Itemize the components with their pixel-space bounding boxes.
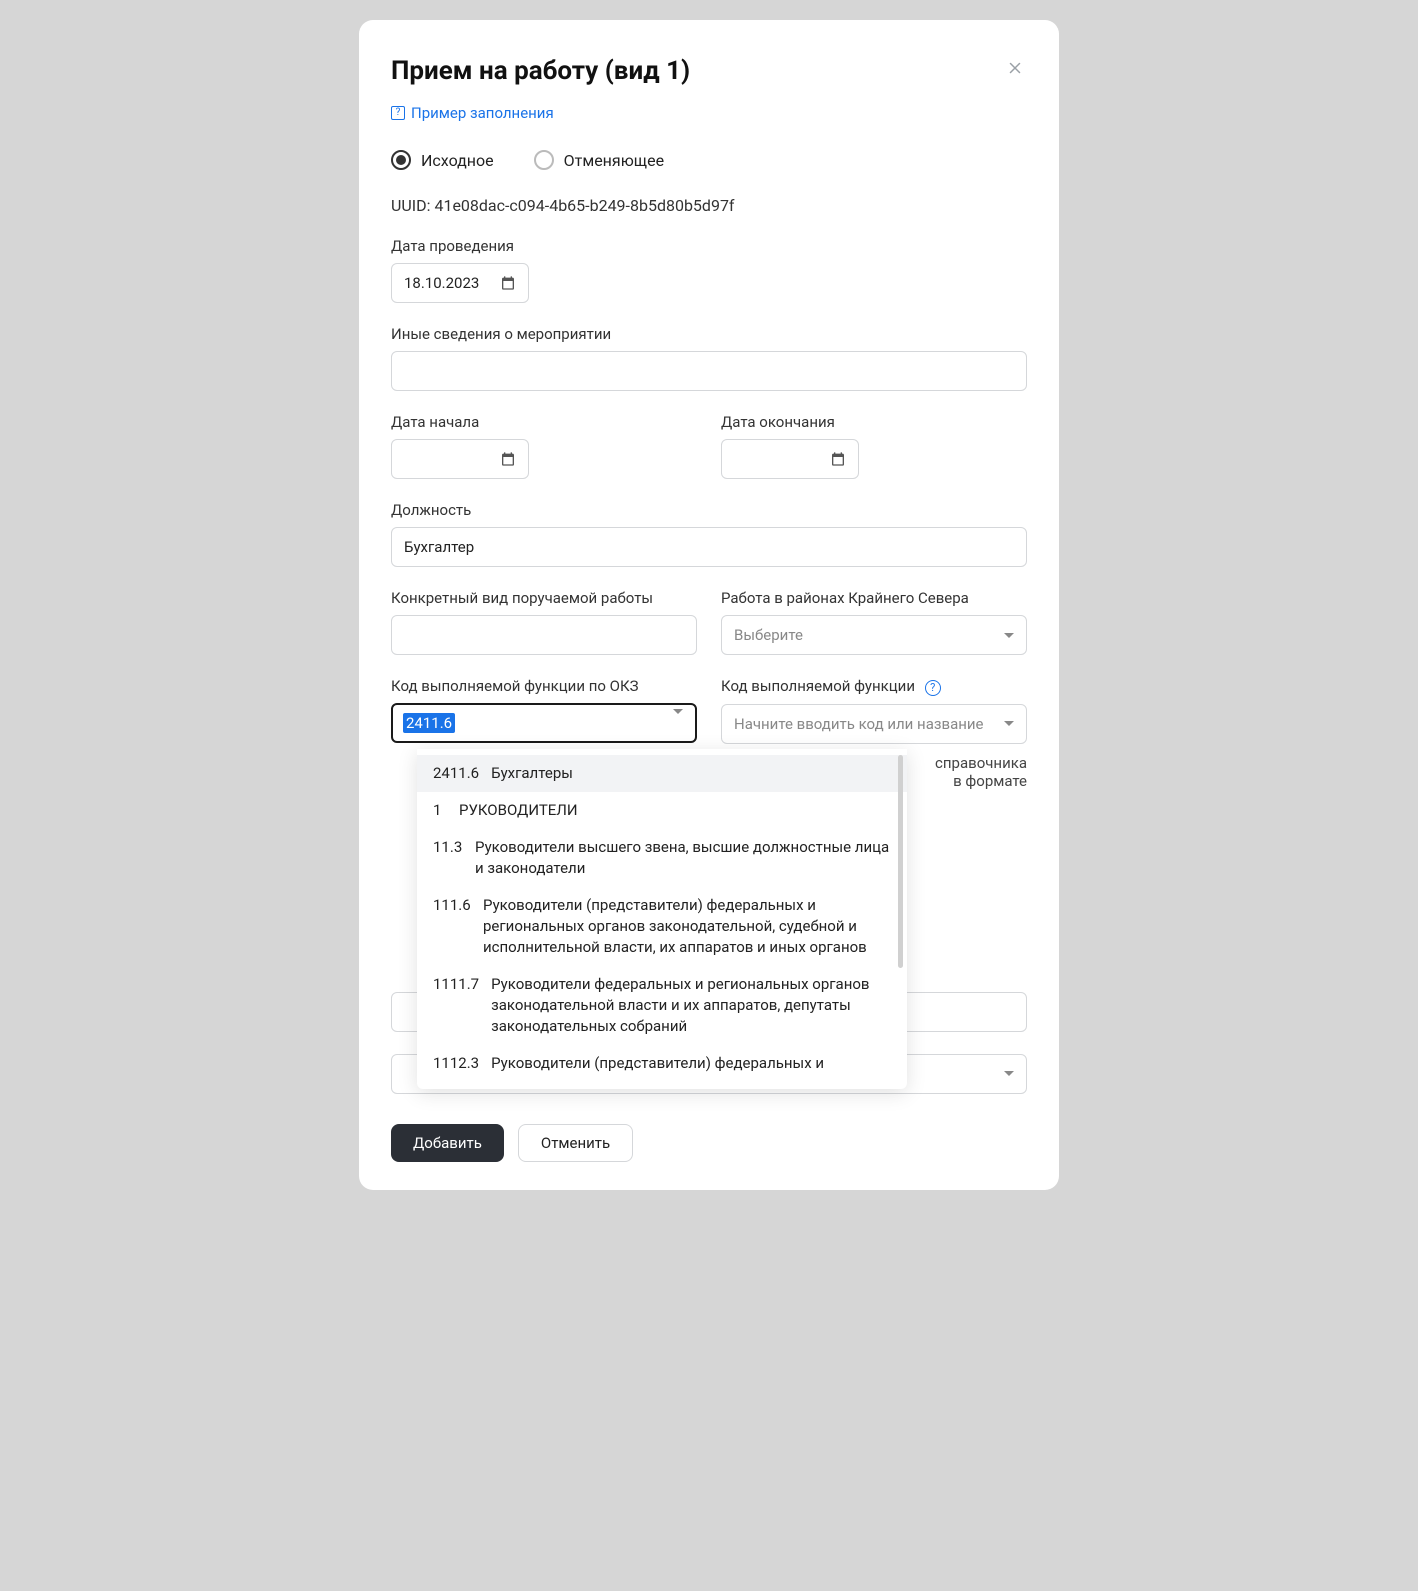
work-type-field: Конкретный вид поручаемой работы [391,589,697,655]
work-type-row: Конкретный вид поручаемой работы Работа … [391,589,1027,655]
option-code: 2411.6 [433,763,479,784]
dropdown-option[interactable]: 111.6 Руководители (представители) федер… [417,887,907,966]
scrollbar-thumb[interactable] [898,755,903,968]
example-fill-link[interactable]: ? Пример заполнения [391,104,554,122]
far-north-field: Работа в районах Крайнего Севера Выберит… [721,589,1027,655]
calendar-icon [500,275,516,291]
function-code-row: Код выполняемой функции по ОКЗ 2411.6 Ко… [391,677,1027,790]
help-icon[interactable]: ? [925,680,941,696]
uuid-value: 41e08dac-c094-4b65-b249-8b5d80b5d97f [434,196,734,215]
calendar-icon [500,451,516,467]
add-button-label: Добавить [413,1134,482,1152]
calendar-icon [830,451,846,467]
modal-title: Прием на работу (вид 1) [391,56,690,86]
func-code-label: Код выполняемой функции ? [721,677,1027,696]
scrollbar-track [898,755,903,1083]
end-date-label: Дата окончания [721,413,1027,431]
option-text: Руководители (представители) федеральных… [491,1053,824,1074]
option-code: 1 [433,800,447,821]
func-code-input[interactable]: Начните вводить код или название [721,704,1027,744]
uuid-display: UUID: 41e08dac-c094-4b65-b249-8b5d80b5d9… [391,196,1027,215]
okz-code-input[interactable]: 2411.6 [391,703,697,743]
other-info-input[interactable] [391,351,1027,391]
option-code: 11.3 [433,837,463,879]
date-range-row: Дата начала Дата окончания [391,413,1027,479]
position-value: Бухгалтер [404,538,474,556]
event-date-input[interactable]: 18.10.2023 [391,263,529,303]
cancel-button[interactable]: Отменить [518,1124,633,1162]
far-north-select[interactable]: Выберите [721,615,1027,655]
option-text: Руководители федеральных и региональных … [491,974,891,1037]
radio-circle-icon [534,150,554,170]
radio-cancelling[interactable]: Отменяющее [534,150,664,170]
dropdown-option[interactable]: 1111.7 Руководители федеральных и регион… [417,966,907,1045]
option-text: Руководители (представители) федеральных… [483,895,891,958]
okz-code-value: 2411.6 [403,713,455,733]
other-info-field: Иные сведения о мероприятии [391,325,1027,391]
position-label: Должность [391,501,1027,519]
radio-original-label: Исходное [421,151,494,170]
modal-footer: Добавить Отменить [391,1124,1027,1162]
event-date-field: Дата проведения 18.10.2023 [391,237,1027,303]
option-text: Бухгалтеры [491,763,573,784]
chevron-down-icon [1004,633,1014,638]
dropdown-option[interactable]: 11.3 Руководители высшего звена, высшие … [417,829,907,887]
position-input[interactable]: Бухгалтер [391,527,1027,567]
position-field: Должность Бухгалтер [391,501,1027,567]
okz-code-label: Код выполняемой функции по ОКЗ [391,677,697,695]
uuid-label: UUID: [391,196,430,215]
dropdown-option[interactable]: 2411.6 Бухгалтеры [417,755,907,792]
start-date-field: Дата начала [391,413,697,479]
start-date-label: Дата начала [391,413,697,431]
option-code: 1111.7 [433,974,479,1037]
add-button[interactable]: Добавить [391,1124,504,1162]
chevron-down-icon [673,714,683,732]
other-info-label: Иные сведения о мероприятии [391,325,1027,343]
option-code: 1112.3 [433,1053,479,1074]
event-date-value: 18.10.2023 [404,274,479,292]
work-type-label: Конкретный вид поручаемой работы [391,589,697,607]
option-text: Руководители высшего звена, высшие должн… [475,837,891,879]
end-date-field: Дата окончания [721,413,1027,479]
dropdown-option[interactable]: 1112.3 Руководители (представители) феде… [417,1045,907,1082]
option-code: 111.6 [433,895,471,958]
far-north-placeholder: Выберите [734,626,803,644]
example-link-label: Пример заполнения [411,104,554,122]
close-icon[interactable] [1003,56,1027,80]
far-north-label: Работа в районах Крайнего Севера [721,589,1027,607]
modal-header: Прием на работу (вид 1) [391,56,1027,86]
start-date-input[interactable] [391,439,529,479]
dropdown-option[interactable]: 1 РУКОВОДИТЕЛИ [417,792,907,829]
okz-dropdown: 2411.6 Бухгалтеры 1 РУКОВОДИТЕЛИ 11.3 Ру… [417,749,907,1089]
document-type-radio-group: Исходное Отменяющее [391,150,1027,170]
event-date-label: Дата проведения [391,237,1027,255]
cancel-button-label: Отменить [541,1134,610,1152]
radio-circle-icon [391,150,411,170]
radio-cancelling-label: Отменяющее [564,151,664,170]
radio-original[interactable]: Исходное [391,150,494,170]
chevron-down-icon [1004,1071,1014,1076]
end-date-input[interactable] [721,439,859,479]
hiring-modal: Прием на работу (вид 1) ? Пример заполне… [359,20,1059,1190]
option-text: РУКОВОДИТЕЛИ [459,800,578,821]
func-code-placeholder: Начните вводить код или название [734,715,984,733]
chevron-down-icon [1004,721,1014,726]
example-icon: ? [391,106,405,120]
work-type-input[interactable] [391,615,697,655]
